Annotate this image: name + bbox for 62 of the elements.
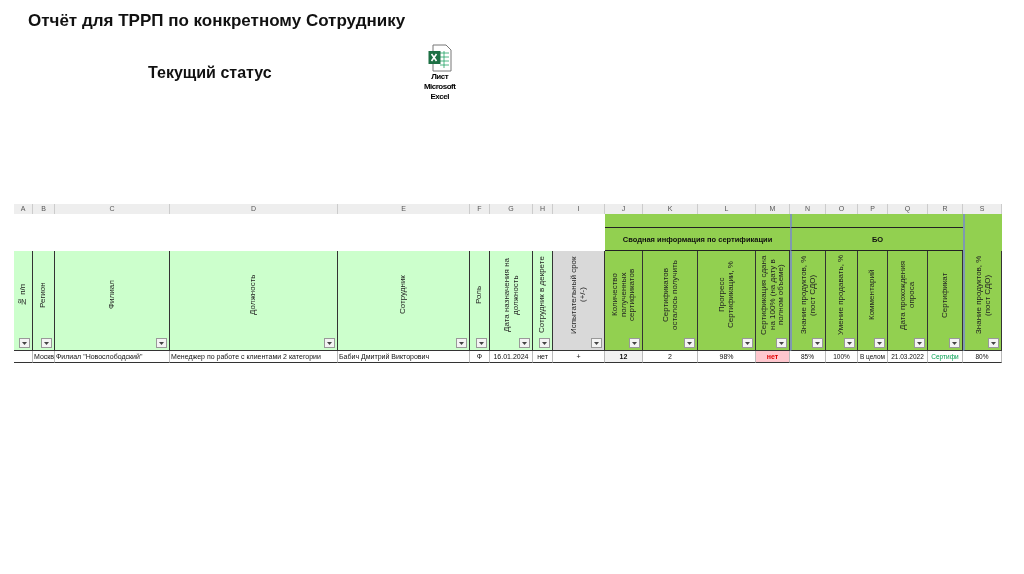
- column-header-text: Сертификатов осталось получить: [661, 259, 679, 332]
- column-header-text: Дата прохождения опроса: [899, 259, 916, 332]
- column-header-text: Комментарий: [868, 268, 877, 323]
- caret-icon: [877, 341, 882, 345]
- column-header-text: Роль: [475, 284, 484, 307]
- filter-button[interactable]: [776, 338, 787, 348]
- filter-button[interactable]: [949, 338, 960, 348]
- column-header-text: Умение продавать, %: [837, 254, 846, 336]
- filter-button[interactable]: [591, 338, 602, 348]
- caret-icon: [847, 341, 852, 345]
- filter-button[interactable]: [19, 338, 30, 348]
- filter-button[interactable]: [914, 338, 925, 348]
- caret-icon: [542, 341, 547, 345]
- spreadsheet-file-icon[interactable]: [427, 44, 452, 72]
- column-header-text: Знание продуктов, % (пост СДО): [974, 254, 992, 336]
- column-header-text: Количество полученных сертификатов: [610, 267, 637, 324]
- column-header-text: Дата назначения на должность: [502, 257, 520, 334]
- caret-icon: [687, 341, 692, 345]
- slide-title: Отчёт для ТРРП по конкретному Сотруднику: [28, 11, 407, 31]
- slide-subtitle: Текущий статус: [148, 64, 272, 82]
- filter-button[interactable]: [456, 338, 467, 348]
- caret-icon: [815, 341, 820, 345]
- column-header-text: № п/п: [18, 282, 28, 309]
- caret-icon: [327, 341, 332, 345]
- filter-button[interactable]: [742, 338, 753, 348]
- attachment-label: Лист Microsoft Excel: [422, 72, 457, 102]
- column-header-text: Прогресс Сертификации, %: [718, 260, 735, 331]
- caret-icon: [22, 341, 27, 345]
- caret-icon: [779, 341, 784, 345]
- caret-icon: [479, 341, 484, 345]
- caret-icon: [159, 341, 164, 345]
- column-header-text: Знание продуктов, % (пост СДО): [800, 254, 817, 336]
- filter-button[interactable]: [844, 338, 855, 348]
- filter-button[interactable]: [156, 338, 167, 348]
- column-header-text: Регион: [39, 281, 48, 310]
- column-header-text: Испытательный срок (+/-): [570, 255, 587, 336]
- column-header-text: Сотрудник в декрете: [538, 255, 547, 336]
- caret-icon: [522, 341, 527, 345]
- column-header-text: Сертификат: [940, 271, 950, 320]
- filter-button[interactable]: [519, 338, 530, 348]
- caret-icon: [745, 341, 750, 345]
- caret-icon: [952, 341, 957, 345]
- caret-icon: [459, 341, 464, 345]
- filter-button[interactable]: [476, 338, 487, 348]
- column-header-text: Сотрудник: [399, 274, 408, 317]
- filter-button[interactable]: [41, 338, 52, 348]
- filter-button[interactable]: [684, 338, 695, 348]
- filter-button[interactable]: [629, 338, 640, 348]
- filter-button[interactable]: [812, 338, 823, 348]
- column-header-text: Должность: [249, 273, 258, 318]
- column-header-text: Сертификация сдана на 100% (на дату в полном объеме): [759, 254, 786, 336]
- column-header-text: Филиал: [107, 279, 117, 312]
- caret-icon: [991, 341, 996, 345]
- caret-icon: [44, 341, 49, 345]
- caret-icon: [594, 341, 599, 345]
- caret-icon: [917, 341, 922, 345]
- filter-button[interactable]: [324, 338, 335, 348]
- filter-button[interactable]: [539, 338, 550, 348]
- table-cell: [14, 351, 33, 363]
- filter-button[interactable]: [874, 338, 885, 348]
- filter-button[interactable]: [988, 338, 999, 348]
- caret-icon: [632, 341, 637, 345]
